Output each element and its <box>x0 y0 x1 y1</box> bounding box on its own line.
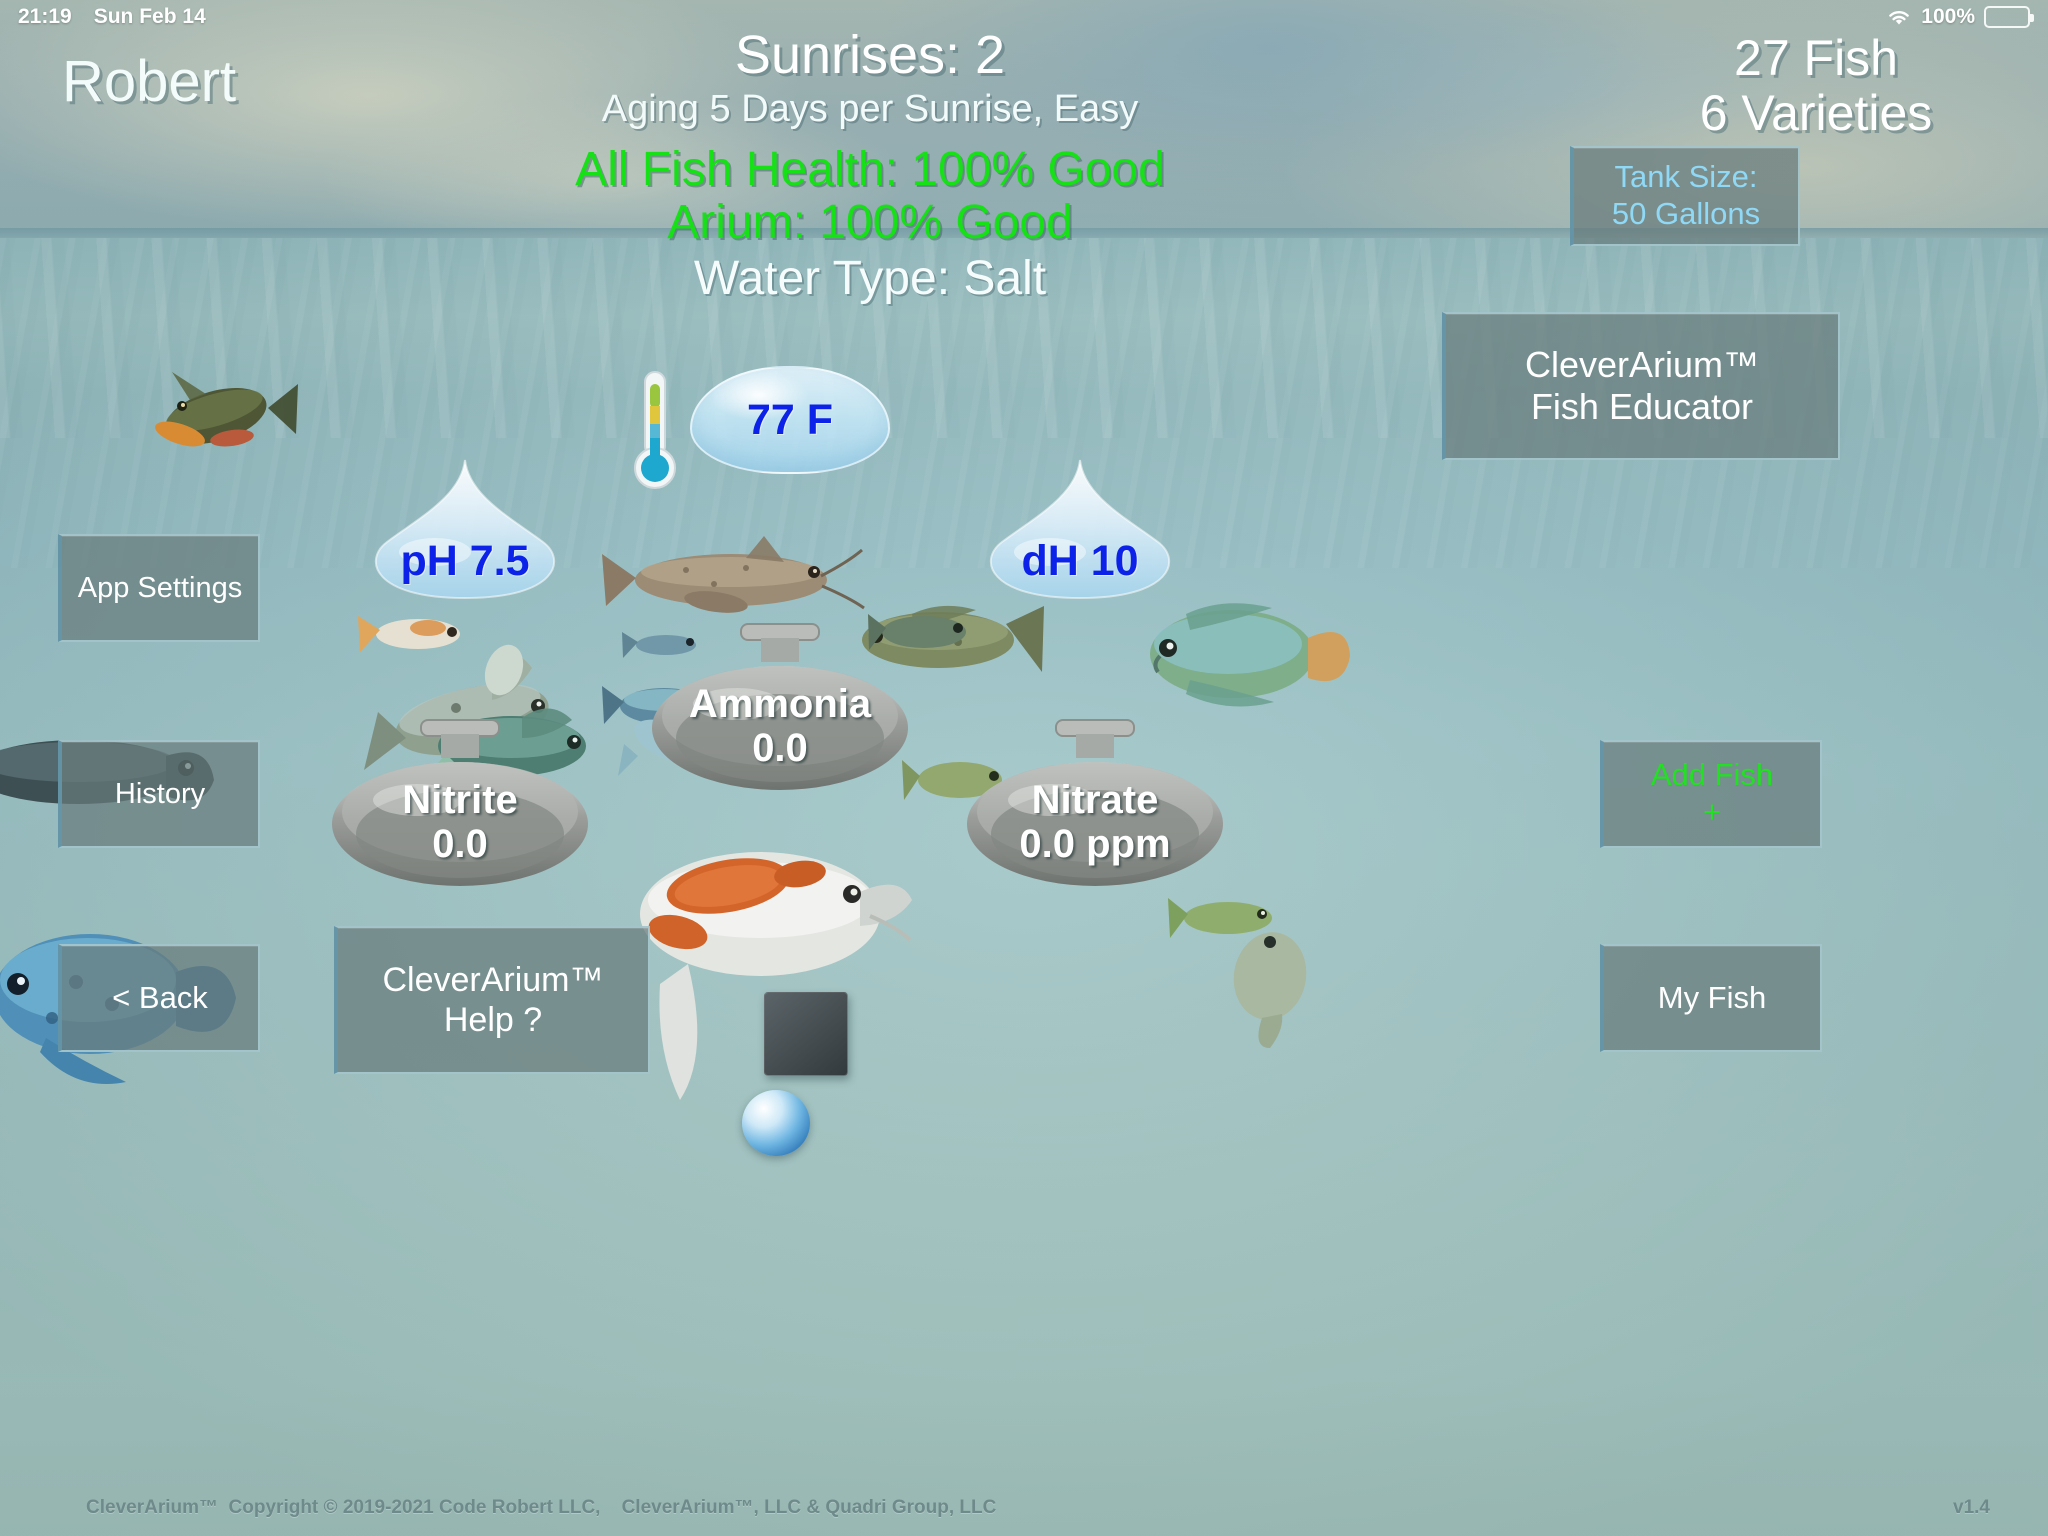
water-type-label: Water Type: Salt <box>693 251 1047 305</box>
fish-count-label: 27 Fish <box>1734 30 1898 86</box>
add-fish-label: Add Fish <box>1650 757 1774 793</box>
tank-size-label: Tank Size: <box>1614 159 1758 195</box>
varieties-count-label: 6 Varieties <box>1699 84 1933 141</box>
thermometer-icon <box>634 371 676 489</box>
temperature-value: 77 F <box>746 395 834 444</box>
battery-icon <box>1984 6 2034 28</box>
fish-carp-top-left <box>120 338 300 478</box>
ammonia-name: Ammonia <box>688 682 872 726</box>
nitrite-name: Nitrite <box>402 778 518 822</box>
tank-size-button[interactable]: Tank Size: 50 Gallons <box>1570 146 1800 246</box>
fish-health-label: All Fish Health: 100% Good <box>575 142 1165 196</box>
ios-status-bar: 21:19 Sun Feb 14 100% <box>0 0 2048 34</box>
footer-bar: CleverArium™ Copyright © 2019-2021 Code … <box>0 1494 2048 1522</box>
nitrite-value: 0.0 <box>432 822 488 866</box>
aging-rate-label: Aging 5 Days per Sunrise, Easy <box>601 87 1139 130</box>
history-button[interactable]: History <box>58 740 260 848</box>
sunrises-label: Sunrises: 2 <box>734 25 1006 85</box>
ph-value: pH 7.5 <box>400 537 530 585</box>
status-time: 21:19 <box>18 5 72 28</box>
app-settings-button[interactable]: App Settings <box>58 534 260 642</box>
help-label: Help ? <box>443 1001 543 1039</box>
fish-educator-label: Fish Educator <box>1530 386 1754 427</box>
help-button[interactable]: CleverArium™ Help ? <box>334 926 650 1074</box>
fish-educator-button[interactable]: CleverArium™ Fish Educator <box>1442 312 1840 460</box>
arium-health-label: Arium: 100% Good <box>667 196 1073 250</box>
status-date: Sun Feb 14 <box>93 5 206 28</box>
dh-value: dH 10 <box>1021 537 1139 585</box>
help-brand: CleverArium™ <box>382 960 604 999</box>
app-settings-label: App Settings <box>77 571 243 604</box>
temperature-bubble[interactable]: 77 F <box>690 366 890 474</box>
add-fish-plus-icon: + <box>1702 794 1722 829</box>
fish-educator-brand: CleverArium™ <box>1524 343 1760 385</box>
nitrate-name: Nitrate <box>1031 778 1159 822</box>
my-fish-button[interactable]: My Fish <box>1600 944 1822 1052</box>
version-label: v1.4 <box>1953 1497 1990 1518</box>
add-fish-button[interactable]: Add Fish + <box>1600 740 1822 848</box>
username-label: Robert <box>62 49 237 114</box>
copyright-label: CleverArium™ Copyright © 2019-2021 Code … <box>86 1497 997 1518</box>
history-label: History <box>114 777 206 810</box>
header-stats-block: Sunrises: 2 Aging 5 Days per Sunrise, Ea… <box>340 25 1400 305</box>
nitrate-value: 0.0 ppm <box>1019 822 1171 866</box>
back-label: < Back <box>112 979 208 1015</box>
battery-percent-label: 100% <box>1921 5 1975 28</box>
dh-readout[interactable]: dH 10 <box>972 456 1188 604</box>
fish-goldfish-small-left <box>352 598 482 668</box>
nitrite-readout[interactable]: Nitrite 0.0 <box>325 716 595 896</box>
back-button[interactable]: < Back <box>58 944 260 1052</box>
aquarium-app-screen: 21:19 Sun Feb 14 100% Robert Sunrises: 2… <box>0 0 2048 1536</box>
fish-small-right-lower-2 <box>1212 910 1332 1050</box>
ammonia-readout[interactable]: Ammonia 0.0 <box>645 620 915 800</box>
tank-size-value: 50 Gallons <box>1611 196 1761 231</box>
tank-inventory-block: 27 Fish 6 Varieties <box>1606 32 2026 139</box>
wifi-icon <box>1889 11 1910 25</box>
nitrate-readout[interactable]: Nitrate 0.0 ppm <box>960 716 1230 896</box>
ammonia-value: 0.0 <box>752 726 808 770</box>
ph-readout[interactable]: pH 7.5 <box>357 456 573 604</box>
decoration-cube <box>764 992 848 1076</box>
decoration-marble <box>742 1090 810 1156</box>
my-fish-label: My Fish <box>1657 979 1767 1015</box>
